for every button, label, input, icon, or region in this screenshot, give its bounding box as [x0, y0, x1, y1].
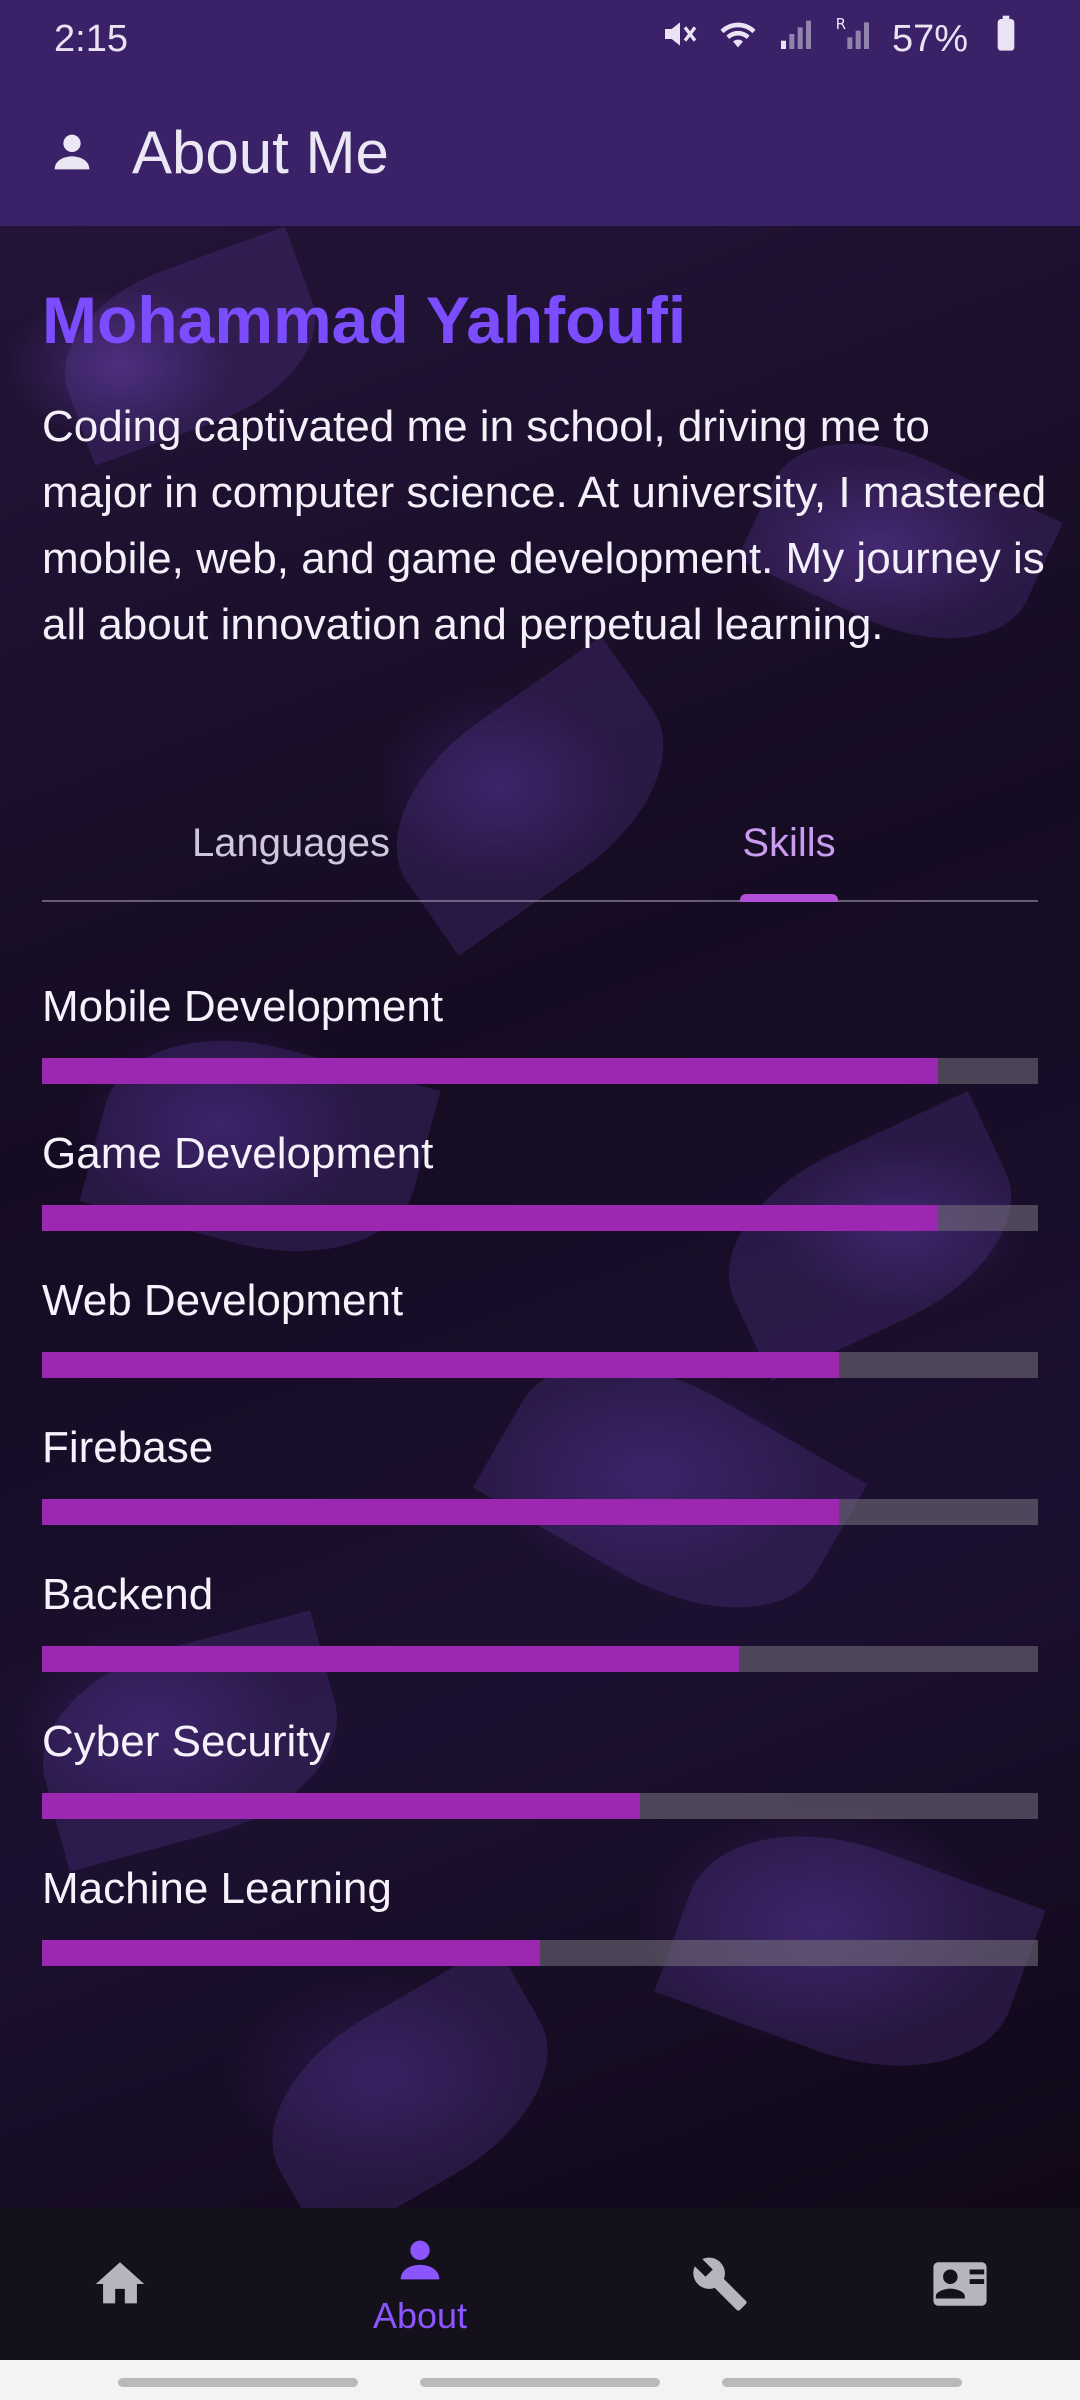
- skill-label: Machine Learning: [42, 1864, 392, 1913]
- home-icon: [91, 2255, 149, 2313]
- gesture-pill: [118, 2378, 358, 2387]
- skill-item: Firebase: [42, 1417, 1038, 1525]
- nav-contact[interactable]: [840, 2208, 1080, 2360]
- nav-services[interactable]: [600, 2208, 840, 2360]
- skill-progress-fill: [42, 1646, 740, 1672]
- profile-bio: Coding captivated me in school, driving …: [42, 402, 1047, 649]
- battery-icon: [986, 14, 1026, 64]
- gesture-pill: [420, 2378, 660, 2387]
- skill-progress-fill: [42, 1352, 839, 1378]
- skill-progress-track: [42, 1940, 1038, 1966]
- skill-item: Mobile Development: [42, 976, 1038, 1084]
- app-bar: About Me: [0, 78, 1080, 226]
- nav-home[interactable]: [0, 2208, 240, 2360]
- skill-label: Cyber Security: [42, 1717, 331, 1766]
- tab-skills[interactable]: Skills: [540, 786, 1038, 900]
- tab-indicator: [740, 894, 838, 902]
- gesture-bar: [0, 2360, 1080, 2400]
- skill-item: Backend: [42, 1564, 1038, 1672]
- skill-item: Cyber Security: [42, 1711, 1038, 1819]
- nav-about[interactable]: About: [300, 2208, 540, 2360]
- leaf-decoration: [235, 1943, 585, 2208]
- wifi-icon: [718, 14, 758, 64]
- contact-card-icon: [931, 2255, 989, 2313]
- page-title: About Me: [132, 118, 389, 186]
- skill-item: Web Development: [42, 1270, 1038, 1378]
- status-time: 2:15: [54, 17, 128, 60]
- skill-progress-fill: [42, 1940, 540, 1966]
- status-bar: 2:15 R 57%: [0, 0, 1080, 78]
- tab-bar: Languages Skills: [42, 786, 1038, 902]
- signal-roaming-icon: R: [834, 14, 874, 64]
- skill-progress-fill: [42, 1499, 839, 1525]
- about-content: Mohammad Yahfoufi Coding captivated me i…: [0, 226, 1080, 2208]
- skill-item: Game Development: [42, 1123, 1038, 1231]
- status-icons: R 57%: [660, 14, 1026, 64]
- person-icon: [391, 2231, 449, 2289]
- skill-progress-track: [42, 1205, 1038, 1231]
- skill-progress-fill: [42, 1205, 939, 1231]
- bottom-navigation: About: [0, 2208, 1080, 2360]
- profile-name: Mohammad Yahfoufi: [42, 283, 687, 357]
- gesture-pill: [722, 2378, 962, 2387]
- skill-label: Web Development: [42, 1276, 404, 1325]
- signal-icon: [776, 14, 816, 64]
- skill-progress-track: [42, 1793, 1038, 1819]
- skill-progress-fill: [42, 1793, 640, 1819]
- skill-label: Firebase: [42, 1423, 214, 1472]
- skill-item: Machine Learning: [42, 1858, 1038, 1966]
- skill-label: Mobile Development: [42, 982, 444, 1031]
- skill-label: Backend: [42, 1570, 214, 1619]
- skill-progress-track: [42, 1352, 1038, 1378]
- tab-languages[interactable]: Languages: [42, 786, 540, 900]
- skill-progress-track: [42, 1499, 1038, 1525]
- wrench-icon: [691, 2255, 749, 2313]
- skill-progress-track: [42, 1058, 1038, 1084]
- person-icon: [46, 126, 98, 178]
- mute-icon: [660, 14, 700, 64]
- skill-label: Game Development: [42, 1129, 434, 1178]
- skill-progress-fill: [42, 1058, 939, 1084]
- skill-progress-track: [42, 1646, 1038, 1672]
- battery-percent: 57%: [891, 17, 968, 60]
- svg-text:R: R: [836, 15, 846, 33]
- nav-about-label: About: [372, 2295, 468, 2336]
